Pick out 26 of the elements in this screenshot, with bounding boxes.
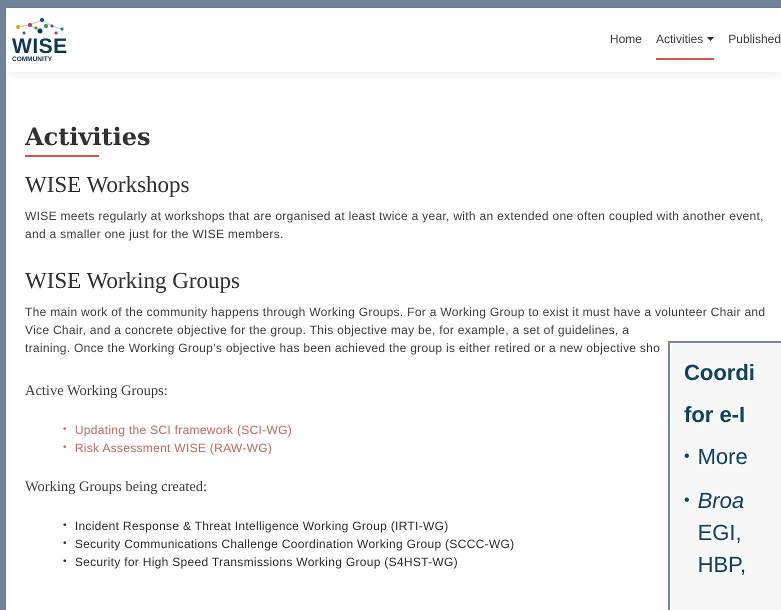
group-label: Active Working Groups:: [25, 382, 168, 401]
group-label: Working Groups being created:: [25, 478, 208, 497]
bullet-icon: •: [63, 534, 67, 552]
list-item: Security for High Speed Transmissions Working Group (S4HST-WG): [74, 554, 458, 570]
bullet-icon: •: [63, 420, 67, 439]
section-heading: WISE Working Groups: [25, 267, 240, 295]
nav-link[interactable]: Home: [610, 20, 642, 60]
nav-link[interactable]: Published: [728, 20, 781, 60]
bullet-icon: •: [63, 552, 67, 570]
paragraph: The main work of the community happens through Working Groups. For a Working Group to exist it must have a volunteer Chair and Vice Chair, and a concrete objective for the group. This objective may be, for example, a set of guidelines, a training. Once the Working Group’s objective has been achieved the group is either retired or a new objective sho: [25, 304, 766, 357]
bullet-icon: •: [684, 441, 690, 473]
bullet-icon: •: [684, 485, 690, 581]
bullet-text: More: [698, 443, 748, 471]
callout-title: for e-I: [684, 401, 746, 429]
logo-text: WISE: [12, 36, 68, 57]
bullet-icon: •: [63, 438, 67, 457]
list-item: Security Communications Challenge Coordination Working Group (SCCC-WG): [74, 536, 514, 552]
text-link[interactable]: volunteer Chair: [654, 305, 741, 319]
list-item: Incident Response & Threat Intelligence Working Group (IRTI-WG): [74, 518, 449, 534]
paragraph: WISE meets regularly at workshops that are organised at least twice a year, with an extended one often coupled with another event, and a smaller one just for the WISE members.: [25, 208, 764, 243]
section-heading: WISE Workshops: [25, 171, 190, 199]
callout-title: Coordi: [684, 359, 756, 387]
nav-link[interactable]: Activities: [656, 20, 714, 60]
page-title: Activities: [25, 122, 150, 152]
bullet-icon: •: [63, 516, 67, 534]
bullet-text: Broa EGI, HBP,: [698, 487, 746, 579]
